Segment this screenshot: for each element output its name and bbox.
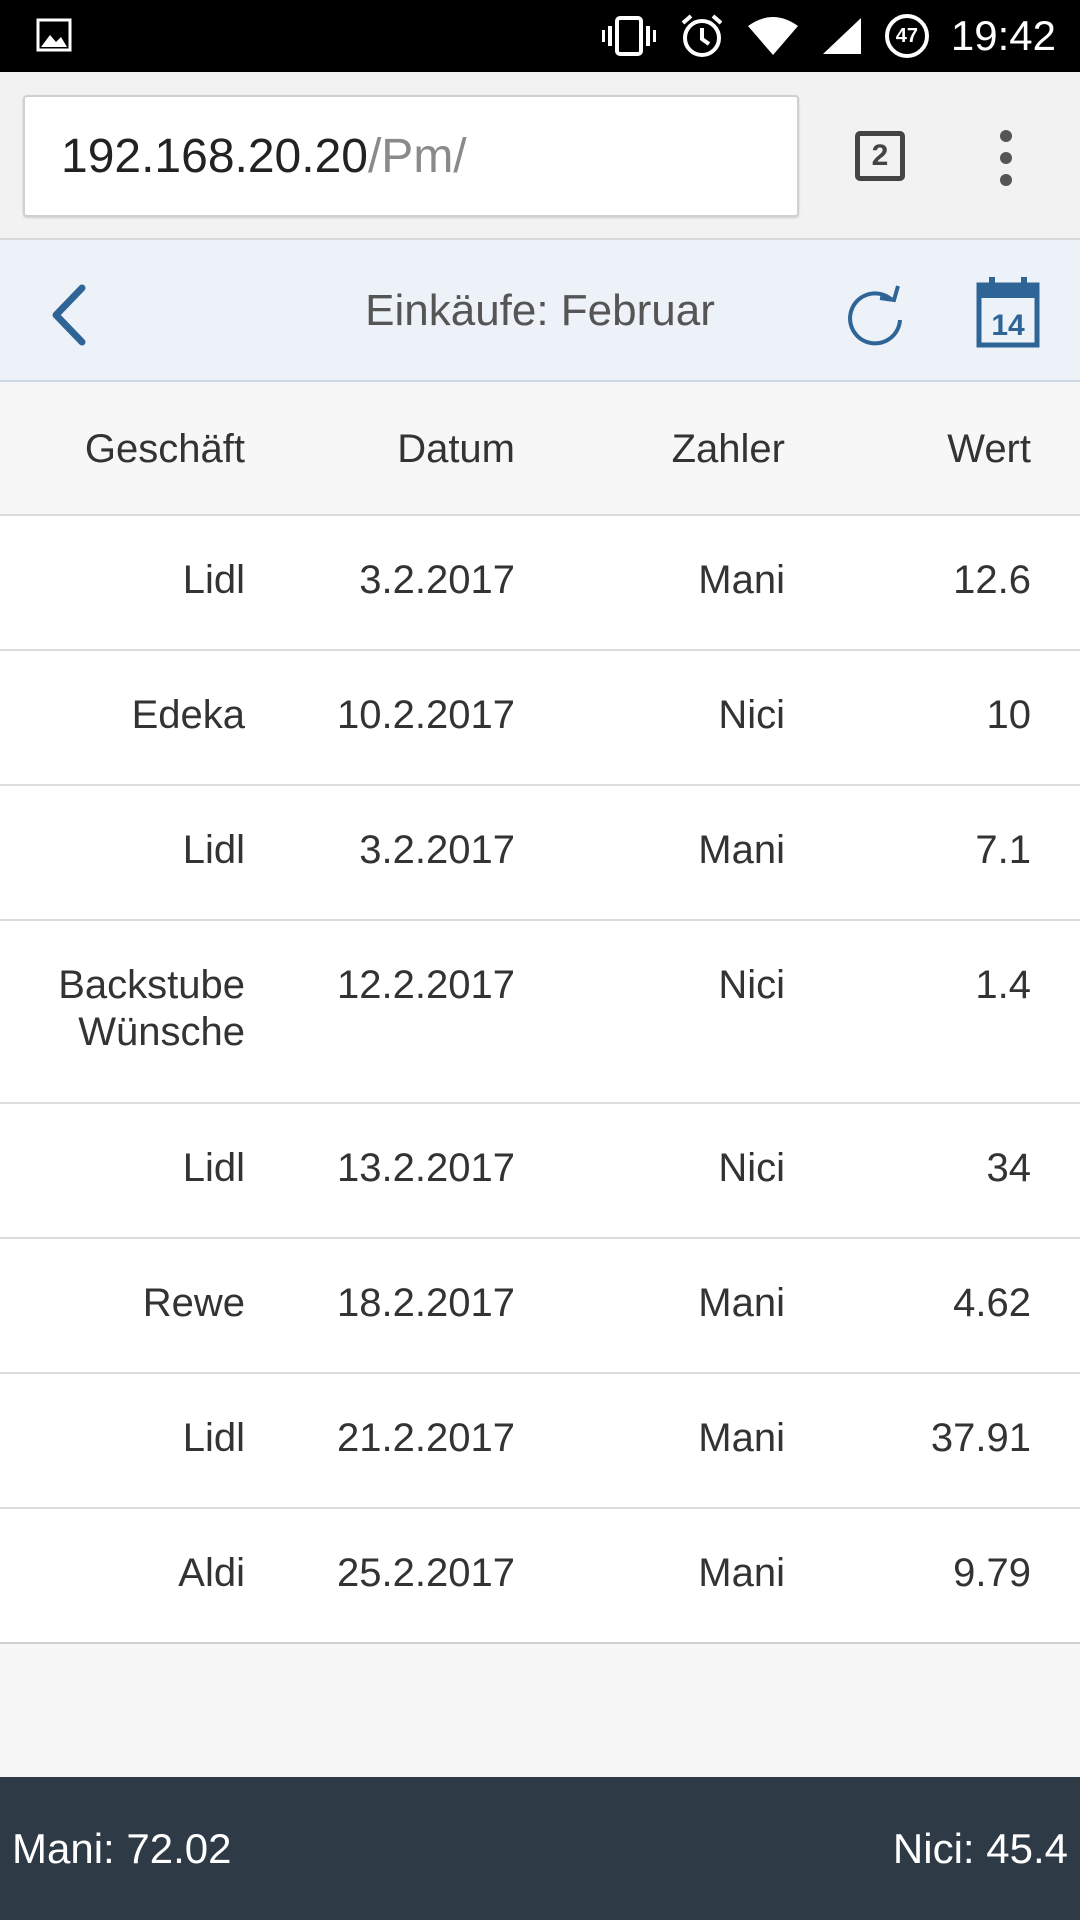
cell-value: 37.91 <box>930 1416 1031 1460</box>
purchases-table: Geschäft Datum Zahler Wert Lidl 3.2.2017… <box>0 382 1080 1644</box>
cell-payer: Mani <box>698 1551 785 1595</box>
cell-date: 25.2.2017 <box>337 1551 515 1595</box>
table-row[interactable]: Lidl 13.2.2017 Nici 34 <box>0 1104 1080 1239</box>
sum-nici: Nici: 45.4 <box>892 1825 1068 1872</box>
cell-value: 10 <box>986 693 1032 737</box>
cell-value: 4.62 <box>953 1281 1031 1325</box>
cell-payer: Nici <box>718 693 785 737</box>
cell-shop: Edeka <box>131 693 245 737</box>
cell-date: 3.2.2017 <box>359 828 515 872</box>
cell-date: 13.2.2017 <box>337 1146 515 1190</box>
table-header: Geschäft Datum Zahler Wert <box>0 382 1080 516</box>
table-footer-spacer <box>0 1649 1080 1777</box>
browser-toolbar: 192.168.20.20/Pm/ 2 <box>0 72 1080 240</box>
cell-date: 12.2.2017 <box>337 963 515 1007</box>
table-row[interactable]: Edeka 10.2.2017 Nici 10 <box>0 651 1080 786</box>
cell-value: 1.4 <box>975 963 1031 1007</box>
cell-payer: Mani <box>698 1416 785 1460</box>
table-row[interactable]: Lidl 3.2.2017 Mani 12.6 <box>0 516 1080 651</box>
table-row[interactable]: Backstube Wünsche 12.2.2017 Nici 1.4 <box>0 921 1080 1104</box>
cell-date: 18.2.2017 <box>337 1281 515 1325</box>
cell-shop: Lidl <box>182 558 245 602</box>
cell-date: 3.2.2017 <box>359 558 515 602</box>
signal-icon <box>821 16 863 56</box>
status-bar: 47 19:42 <box>0 0 1080 72</box>
address-bar[interactable]: 192.168.20.20/Pm/ <box>23 95 799 217</box>
cell-shop: Backstube Wünsche <box>58 963 245 1054</box>
summary-footer: Mani: 72.02 Nici: 45.4 <box>0 1777 1080 1920</box>
refresh-icon <box>848 285 902 346</box>
status-time: 19:42 <box>950 12 1056 59</box>
alarm-icon <box>679 13 725 59</box>
table-row[interactable]: Rewe 18.2.2017 Mani 4.62 <box>0 1239 1080 1374</box>
vibrate-icon <box>601 14 657 58</box>
column-header-date[interactable]: Datum <box>275 426 515 473</box>
cell-value: 34 <box>986 1146 1032 1190</box>
cell-shop: Lidl <box>182 828 245 872</box>
tab-switcher-button[interactable]: 2 <box>855 131 905 181</box>
sum-mani: Mani: 72.02 <box>12 1825 232 1872</box>
table-row[interactable]: Lidl 21.2.2017 Mani 37.91 <box>0 1374 1080 1509</box>
cell-payer: Nici <box>718 1146 785 1190</box>
battery-icon: 47 <box>884 14 929 58</box>
column-header-value[interactable]: Wert <box>811 426 1031 473</box>
table-row[interactable]: Lidl 3.2.2017 Mani 7.1 <box>0 786 1080 921</box>
cell-date: 21.2.2017 <box>337 1416 515 1460</box>
cell-payer: Mani <box>698 558 785 602</box>
cell-shop: Aldi <box>178 1551 245 1595</box>
calendar-day: 14 <box>991 309 1025 342</box>
cell-payer: Nici <box>718 963 785 1007</box>
cell-payer: Mani <box>698 1281 785 1325</box>
cell-shop: Rewe <box>142 1281 245 1325</box>
column-header-shop[interactable]: Geschäft <box>15 426 245 473</box>
cell-value: 7.1 <box>975 828 1031 872</box>
app-header: Einkäufe: Februar 14 <box>0 240 1080 382</box>
url-host: 192.168.20.20 <box>61 129 368 183</box>
overflow-menu-icon[interactable] <box>996 130 1016 186</box>
cell-shop: Lidl <box>182 1146 245 1190</box>
cell-payer: Mani <box>698 828 785 872</box>
cell-value: 12.6 <box>953 558 1031 602</box>
wifi-icon <box>747 16 799 56</box>
calendar-button[interactable]: 14 <box>976 276 1040 348</box>
refresh-button[interactable] <box>842 278 908 350</box>
calendar-icon: 14 <box>976 277 1040 348</box>
table-row[interactable]: Aldi 25.2.2017 Mani 9.79 <box>0 1509 1080 1644</box>
cell-shop: Lidl <box>182 1416 245 1460</box>
column-header-payer[interactable]: Zahler <box>565 426 785 473</box>
image-icon <box>36 18 72 54</box>
cell-date: 10.2.2017 <box>337 693 515 737</box>
page-title: Einkäufe: Februar <box>365 286 715 335</box>
cell-value: 9.79 <box>953 1551 1031 1595</box>
url-path: /Pm/ <box>367 129 467 183</box>
